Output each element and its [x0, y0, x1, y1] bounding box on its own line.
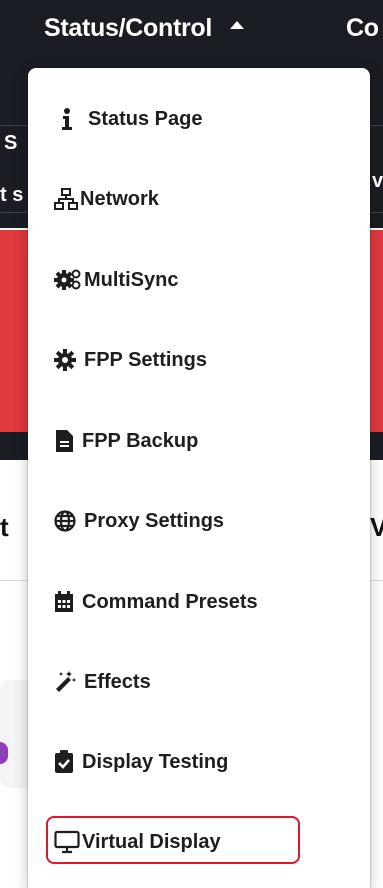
menu-item-label: Network: [80, 187, 159, 210]
menu-item-label: Command Presets: [82, 590, 258, 613]
menu-item-display-testing[interactable]: Display Testing: [54, 742, 228, 782]
file-icon: [54, 429, 74, 453]
globe-icon: [54, 510, 76, 532]
background-text-fragment: t s: [0, 184, 24, 206]
menu-item-proxy-settings[interactable]: Proxy Settings: [54, 501, 224, 541]
nav-status-control-label: Status/Control: [44, 14, 213, 42]
menu-item-label: Virtual Display: [82, 830, 221, 853]
monitor-icon: [54, 830, 80, 854]
menu-item-multisync[interactable]: MultiSync: [54, 260, 178, 300]
menu-item-status-page[interactable]: Status Page: [54, 99, 202, 139]
magic-wand-icon: [54, 671, 76, 693]
menu-item-fpp-backup[interactable]: FPP Backup: [54, 421, 198, 461]
background-text-fragment: t: [0, 512, 9, 542]
status-control-dropdown: Status Page Network MultiSync FPP Settin…: [28, 68, 370, 888]
menu-item-label: Display Testing: [82, 750, 229, 773]
menu-item-label: Proxy Settings: [84, 509, 225, 532]
menu-item-label: FPP Backup: [82, 429, 199, 452]
network-icon: [54, 187, 78, 211]
menu-item-label: MultiSync: [84, 268, 179, 291]
calendar-icon: [54, 591, 74, 613]
clipboard-check-icon: [54, 750, 74, 774]
top-navbar: Status/Control Co: [0, 0, 383, 68]
menu-item-command-presets[interactable]: Command Presets: [54, 582, 258, 622]
caret-up-icon: [230, 21, 245, 30]
nav-next-item[interactable]: Co: [346, 14, 379, 43]
menu-item-label: Status Page: [88, 107, 203, 130]
menu-item-label: Effects: [84, 670, 151, 693]
background-text-fragment: V: [370, 512, 383, 542]
nav-status-control[interactable]: Status/Control: [44, 14, 245, 43]
gear-icon: [54, 349, 76, 371]
menu-item-effects[interactable]: Effects: [54, 662, 151, 702]
menu-item-network[interactable]: Network: [54, 179, 159, 219]
cogs-icon: [54, 268, 82, 292]
background-text-fragment: S: [4, 132, 18, 154]
menu-item-label: FPP Settings: [84, 348, 207, 371]
nav-next-item-label: Co: [346, 14, 379, 42]
menu-item-fpp-settings[interactable]: FPP Settings: [54, 340, 207, 380]
background-text-fragment: v: [372, 170, 383, 192]
info-icon: [54, 107, 80, 131]
menu-item-virtual-display[interactable]: Virtual Display: [54, 822, 221, 862]
